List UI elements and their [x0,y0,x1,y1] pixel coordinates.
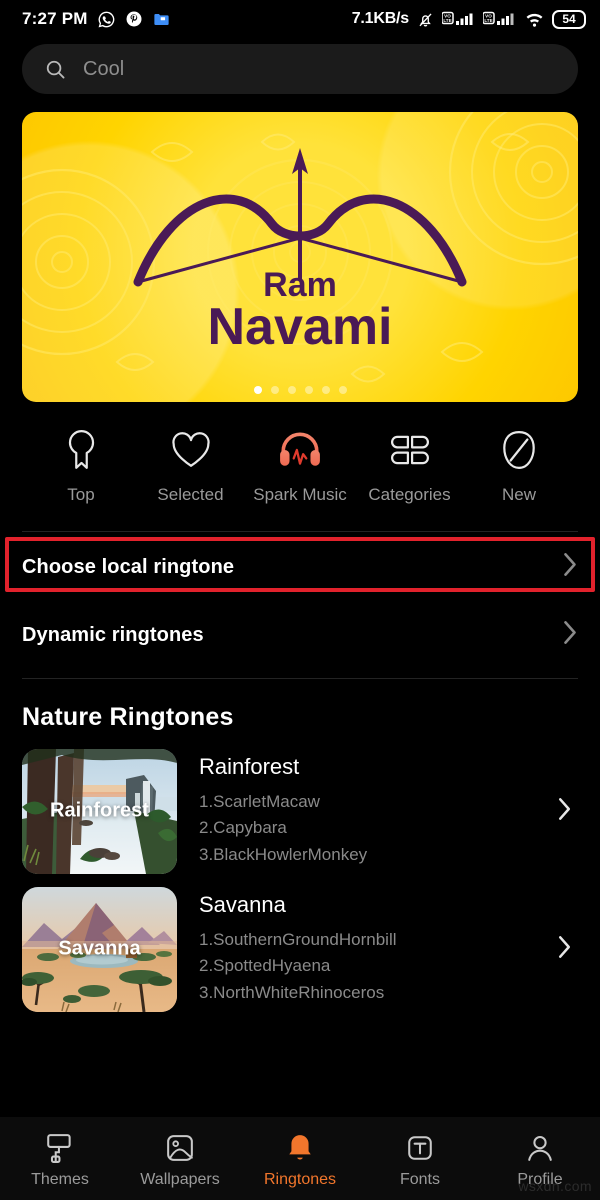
bell-icon [286,1132,314,1164]
quick-link-label: New [501,485,536,504]
savanna-thumbnail: Savanna [22,886,177,1012]
banner-slide-ram-navami[interactable]: Ram Navami [22,112,578,402]
search-bar-container: Cool [0,38,600,94]
row-dynamic-ringtones[interactable]: Dynamic ringtones [22,606,578,664]
file-manager-icon [152,10,171,29]
headphones-waveform-icon [278,428,322,472]
image-icon [166,1132,194,1164]
nav-item-ringtones[interactable]: Ringtones [245,1132,355,1189]
quick-links: Top Selected Spark Music Categories New [0,402,600,505]
status-time: 7:27 PM [22,9,88,28]
carousel-dots[interactable] [22,386,578,394]
pinterest-icon [125,10,143,28]
quick-link-label: Selected [157,485,224,504]
nav-item-themes[interactable]: Themes [5,1132,115,1189]
row-label: Dynamic ringtones [22,623,204,646]
bottom-navigation: Themes Wallpapers Ringtones Fonts Profil… [0,1117,600,1200]
search-icon [44,58,67,81]
svg-text:LTE: LTE [443,18,451,23]
carousel-dot[interactable] [321,386,330,394]
track-item: 3.BlackHowlerMonkey [199,844,368,864]
thumbnail-label: Rainforest [50,799,149,822]
carousel-dot[interactable] [287,386,296,394]
chevron-right-icon[interactable] [557,796,578,827]
quick-link-label: Spark Music [253,485,347,504]
chevron-right-icon [562,619,578,651]
font-t-icon [406,1132,434,1164]
leaf-icon [500,428,538,472]
status-bar-left: 7:27 PM [22,9,171,29]
quick-link-selected[interactable]: Selected [144,428,238,505]
track-item: 1.SouthernGroundHornbill [199,929,397,949]
chevron-right-icon [562,551,578,583]
heart-icon [170,428,212,472]
watermark: wsxdn.com [518,1178,592,1194]
nav-item-wallpapers[interactable]: Wallpapers [125,1132,235,1189]
track-item: 2.SpottedHyaena [199,956,331,976]
search-input[interactable]: Cool [22,44,578,94]
four-petal-grid-icon [390,428,430,472]
card-title: Rainforest [199,753,300,779]
network-speed: 7.1KB/s [351,10,409,27]
banner-artwork: Ram Navami [22,112,578,383]
track-item: 1.ScarletMacaw [199,791,320,811]
nav-label: Ringtones [263,1171,337,1188]
thumbnail-label: Savanna [58,937,141,960]
card-body: Rainforest 1.ScarletMacaw 2.Capybara 3.B… [199,754,535,868]
search-placeholder: Cool [83,57,125,80]
row-choose-local-ringtone[interactable]: Choose local ringtone [5,537,595,596]
svg-text:LTE: LTE [484,18,492,23]
status-bar: 7:27 PM 7.1KB/s VO LTE VO LTE 54 [0,0,600,38]
ringtone-card-rainforest[interactable]: Rainforest Rainforest 1.ScarletMacaw 2.C… [0,742,600,880]
quick-link-spark-music[interactable]: Spark Music [253,428,347,505]
ringtone-card-savanna[interactable]: Savanna Savanna 1.SouthernGroundHornbill… [0,880,600,1018]
quick-link-new[interactable]: New [472,428,566,505]
carousel-dot[interactable] [270,386,279,394]
quick-link-label: Top [67,485,95,504]
row-label: Choose local ringtone [22,555,235,578]
rainforest-thumbnail: Rainforest [22,748,177,874]
carousel-dot-active[interactable] [253,386,262,394]
battery-indicator: 54 [552,9,586,29]
carousel-dot[interactable] [338,386,347,394]
card-body: Savanna 1.SouthernGroundHornbill 2.Spott… [199,892,535,1006]
volte-signal-icon: VO LTE [483,10,517,28]
svg-text:Navami: Navami [208,298,393,356]
track-item: 3.NorthWhiteRhinoceros [199,982,385,1002]
nav-label: Wallpapers [140,1171,220,1188]
nav-label: Themes [31,1171,89,1188]
track-item: 2.Capybara [199,818,287,838]
ribbon-badge-icon [63,428,100,472]
quick-link-top[interactable]: Top [34,428,128,505]
quick-link-categories[interactable]: Categories [363,428,457,505]
divider [22,531,578,532]
ringtone-source-rows: Choose local ringtone Dynamic ringtones [0,537,600,664]
card-title: Savanna [199,891,286,917]
nav-label: Fonts [399,1171,440,1188]
wifi-icon [524,10,545,28]
quick-link-label: Categories [368,485,451,504]
whatsapp-icon [97,10,116,29]
person-icon [526,1132,554,1164]
nav-item-fonts[interactable]: Fonts [365,1132,475,1189]
carousel-dot[interactable] [304,386,313,394]
bell-mute-icon [416,10,435,29]
volte-signal-icon: VO LTE [442,10,476,28]
chevron-right-icon[interactable] [557,934,578,965]
status-bar-right: 7.1KB/s VO LTE VO LTE 54 [351,9,586,29]
paint-roller-icon [46,1132,74,1164]
banner-carousel[interactable]: Ram Navami [0,94,600,402]
section-title: Nature Ringtones [22,703,234,731]
